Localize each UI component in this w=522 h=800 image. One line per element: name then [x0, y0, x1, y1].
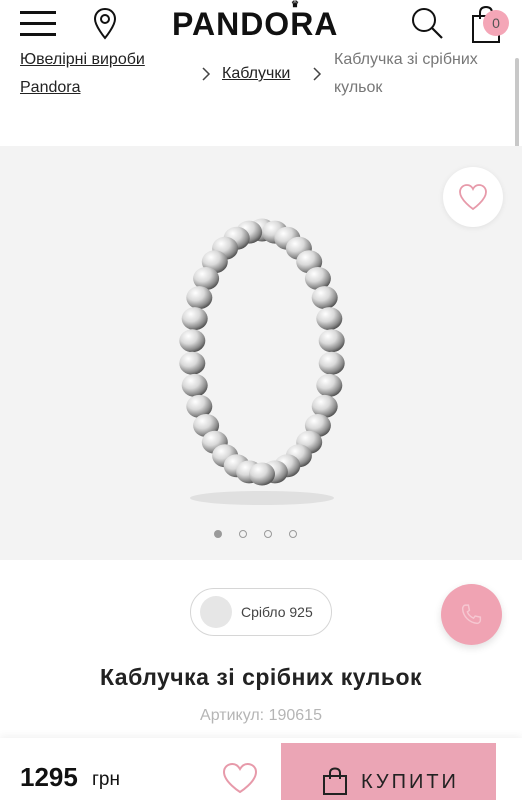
product-sku: Артикул: 190615 — [200, 707, 322, 724]
pagination-dot[interactable] — [239, 530, 247, 538]
wishlist-button[interactable] — [443, 167, 503, 227]
breadcrumb-current: Каблучка зі срібних — [334, 52, 478, 68]
location-pin-icon[interactable] — [93, 7, 117, 41]
ring-bead — [311, 286, 338, 310]
ring-bead — [179, 351, 206, 375]
ring-bead — [181, 307, 208, 331]
buy-bar: 1295 грн КУПИТИ — [0, 738, 522, 800]
cart-count-badge[interactable]: 0 — [483, 10, 509, 36]
heart-icon[interactable] — [222, 762, 258, 794]
header: PANDORA ♛ 0 — [0, 0, 522, 52]
call-button[interactable] — [441, 584, 502, 645]
ring-bead — [318, 329, 345, 353]
ring-bead — [316, 307, 343, 331]
menu-icon[interactable] — [20, 10, 56, 38]
silver-swatch — [200, 596, 232, 628]
brand-name: PANDORA — [172, 6, 339, 42]
chevron-right-icon — [313, 67, 322, 81]
breadcrumb-item-rings[interactable]: Каблучки — [222, 60, 290, 88]
product-page: PANDORA ♛ 0 Ювелірні вироби Pandora Кабл… — [0, 0, 522, 800]
pagination-dot[interactable] — [289, 530, 297, 538]
ring-bead — [316, 373, 343, 397]
ring-bead — [179, 329, 206, 353]
breadcrumb: Ювелірні вироби Pandora Каблучки Каблучк… — [0, 52, 522, 112]
heart-icon — [459, 184, 487, 211]
shopping-bag-icon — [323, 767, 347, 795]
buy-button-label: КУПИТИ — [361, 771, 459, 793]
crown-icon: ♛ — [291, 0, 301, 9]
buy-button[interactable]: КУПИТИ — [281, 743, 496, 800]
pagination-dot[interactable] — [264, 530, 272, 538]
ring-image — [179, 218, 345, 505]
ring-bead — [181, 373, 208, 397]
ring-bead — [249, 462, 275, 486]
variant-label: Срібло 925 — [241, 604, 313, 620]
gallery-pagination — [214, 528, 314, 540]
price-currency: грн — [92, 769, 120, 790]
search-icon[interactable] — [410, 6, 444, 40]
chevron-right-icon — [202, 67, 211, 81]
brand-logo[interactable]: PANDORA ♛ — [172, 0, 352, 44]
price-value: 1295 — [20, 762, 78, 792]
breadcrumb-current-line2: кульок — [334, 79, 383, 96]
ring-bead — [318, 351, 345, 375]
variant-selector[interactable]: Срібло 925 — [190, 588, 332, 636]
phone-icon — [461, 604, 482, 625]
ring-bead — [186, 286, 213, 310]
pagination-dot[interactable] — [214, 530, 222, 538]
product-title: Каблучка зі срібних кульок — [99, 664, 423, 690]
breadcrumb-item-jewelry-line2[interactable]: Pandora — [20, 74, 81, 102]
breadcrumb-item-jewelry[interactable]: Ювелірні вироби — [20, 52, 145, 74]
